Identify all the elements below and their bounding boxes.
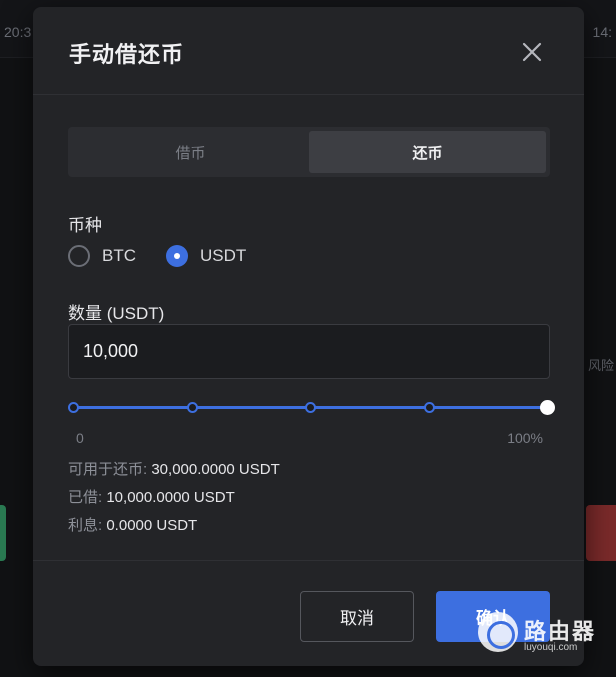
close-button[interactable] [519,39,545,65]
cancel-button[interactable]: 取消 [300,591,414,642]
close-icon [522,42,542,62]
currency-radio-group: BTC USDT [68,243,276,269]
slider-max-label: 100% [507,430,543,446]
borrow-repay-modal: 手动借还币 借币 还币 币种 BTC USDT 数量 (USDT) 0 100%… [33,7,584,666]
amount-input[interactable] [68,324,550,379]
tab-repay[interactable]: 还币 [309,131,546,173]
background-right-text: 14: [592,24,612,40]
currency-option-btc[interactable]: BTC [68,245,136,267]
borrow-repay-tabs: 借币 还币 [68,127,550,177]
radio-checked-icon [166,245,188,267]
background-sell-button [586,505,616,561]
watermark: 路由器 luyouqi.com [478,612,608,662]
slider-step-dot[interactable] [423,402,435,413]
available-repay-info: 可用于还币: 30,000.0000 USDT [68,458,280,479]
interest-key: 利息: [68,517,103,534]
modal-header: 手动借还币 [33,7,584,95]
modal-title: 手动借还币 [69,42,185,67]
slider-step-dot[interactable] [68,402,79,413]
borrowed-key: 已借: [68,489,103,506]
background-side-label: 风险 [587,358,614,373]
background-buy-button [0,505,6,561]
tab-borrow[interactable]: 借币 [72,131,309,173]
currency-option-label: BTC [102,246,136,265]
radio-unchecked-icon [68,245,90,267]
borrowed-info: 已借: 10,000.0000 USDT [68,486,235,507]
background-time: 20:3 [4,24,32,40]
currency-label: 币种 [68,216,102,235]
interest-value: 0.0000 USDT [106,517,198,534]
watermark-logo-icon [478,612,518,652]
interest-info: 利息: 0.0000 USDT [68,514,197,535]
amount-label: 数量 (USDT) [68,304,165,323]
slider-thumb[interactable] [540,400,555,415]
available-repay-value: 30,000.0000 USDT [151,461,280,478]
available-repay-key: 可用于还币: [68,461,148,478]
slider-min-label: 0 [76,430,84,446]
borrowed-value: 10,000.0000 USDT [106,489,235,506]
currency-option-label: USDT [200,246,247,265]
slider-step-dot[interactable] [305,402,316,413]
slider-step-dot[interactable] [186,402,198,413]
watermark-url: luyouqi.com [524,642,578,653]
amount-slider[interactable] [68,399,555,415]
currency-option-usdt[interactable]: USDT [166,245,246,267]
